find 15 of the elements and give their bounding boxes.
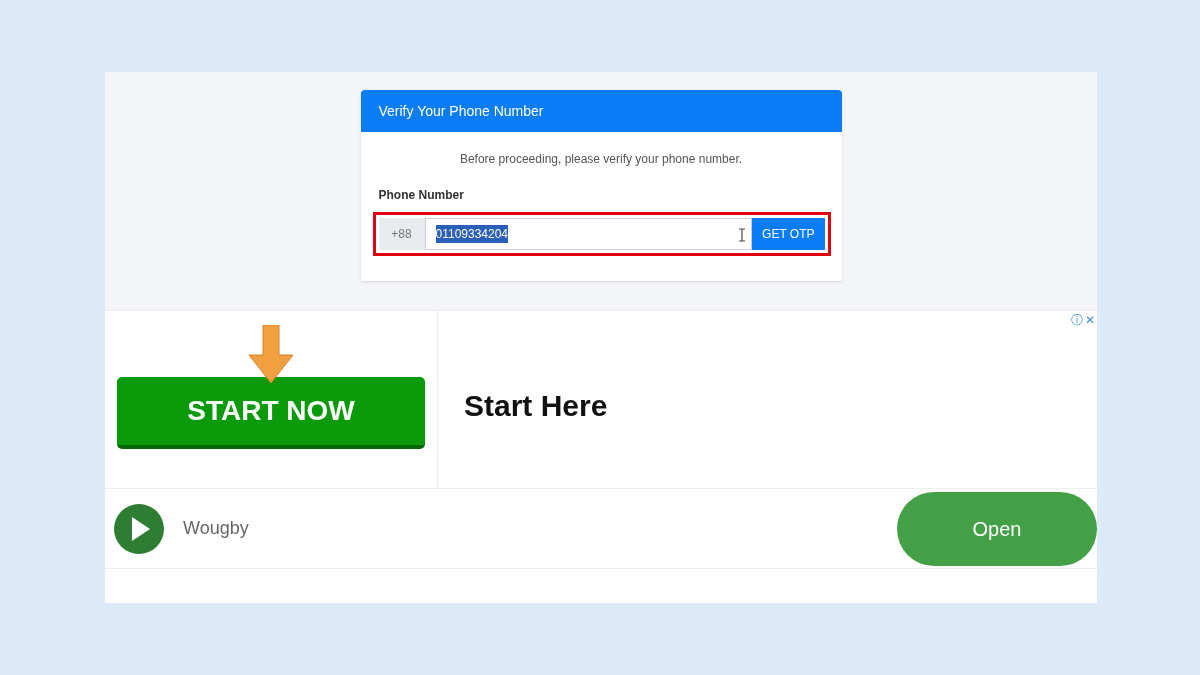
ad-close-icon[interactable]: ✕	[1085, 311, 1095, 329]
instruction-text: Before proceeding, please verify your phone number.	[458, 151, 744, 168]
ad-info-icon[interactable]: ⓘ	[1071, 311, 1083, 329]
card-title: Verify Your Phone Number	[378, 101, 544, 121]
app-name: Wougby	[183, 517, 250, 540]
field-label: Phone Number	[378, 187, 465, 204]
get-otp-button[interactable]: GET OTP	[752, 218, 825, 250]
text-cursor-icon	[739, 228, 746, 242]
country-code: +88	[378, 218, 425, 250]
start-now-button[interactable]: START NOW	[117, 377, 425, 449]
ad-headline: Start Here	[464, 388, 608, 424]
play-icon	[113, 502, 165, 555]
down-arrow-icon	[246, 325, 296, 385]
open-button[interactable]: Open	[897, 491, 1097, 566]
phone-input-field[interactable]: 01109334204	[424, 218, 753, 250]
